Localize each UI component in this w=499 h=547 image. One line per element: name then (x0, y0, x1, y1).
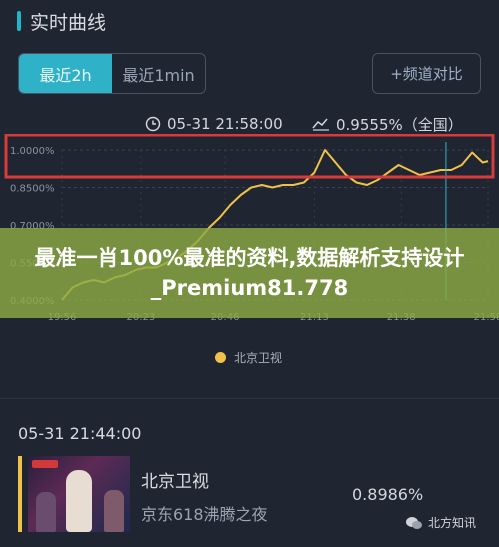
cursor-rate: 0.9555%（全国） (312, 114, 463, 134)
add-channel-compare-button[interactable]: +频道对比 (372, 53, 481, 94)
title-accent-bar (17, 11, 21, 31)
entry-color-bar (18, 456, 22, 532)
program-thumbnail[interactable] (28, 456, 130, 532)
detail-time: 05-31 21:44:00 (18, 424, 142, 443)
source-attribution: 北方知讯 (405, 514, 476, 531)
entry-program-name: 京东618沸腾之夜 (141, 505, 268, 524)
cursor-rate-text: 0.9555%（全国） (336, 115, 463, 134)
chart-legend: 北京卫视 (215, 349, 282, 366)
y-tick-label: 0.8500% (10, 184, 55, 195)
wechat-icon (406, 516, 422, 529)
thumbnail-figure (66, 470, 92, 532)
y-tick-label: 1.0000% (10, 146, 55, 157)
channel-logo (32, 460, 58, 468)
tab-last-2h[interactable]: 最近2h (19, 54, 112, 93)
clock-icon (145, 116, 161, 132)
source-label: 北方知讯 (428, 516, 477, 530)
tab-last-1min[interactable]: 最近1min (112, 54, 205, 93)
legend-dot (215, 352, 226, 363)
trend-icon (312, 118, 329, 131)
legend-label: 北京卫视 (234, 351, 283, 365)
highlight-box (4, 134, 495, 179)
page-title: 实时曲线 (30, 12, 107, 34)
entry-channel-name: 北京卫视 (141, 472, 209, 492)
section-divider (0, 398, 499, 399)
overlay-banner: 最准一肖100%最准的资料,数据解析支持设计_Premium81.778 (0, 228, 499, 318)
entry-rating: 0.8986% (352, 485, 424, 504)
header: 实时曲线 (0, 0, 499, 40)
time-range-tabs: 最近2h 最近1min (18, 53, 206, 94)
thumbnail-figure (36, 492, 56, 532)
cursor-time: 05-31 21:58:00 (145, 114, 283, 134)
cursor-time-text: 05-31 21:58:00 (167, 115, 283, 133)
thumbnail-figure (104, 490, 124, 532)
